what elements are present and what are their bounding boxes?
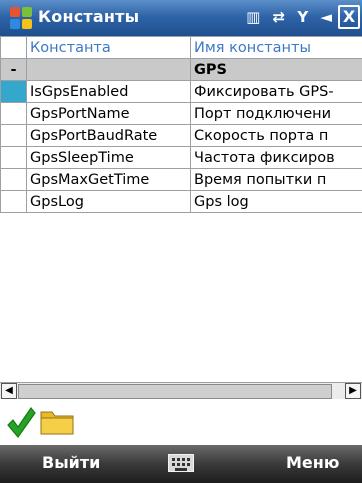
- constant-cell[interactable]: GpsLog: [26, 190, 191, 213]
- check-icon[interactable]: [6, 405, 36, 439]
- row-selector[interactable]: [0, 124, 27, 147]
- table-row[interactable]: GpsSleepTime Частота фиксиров: [0, 146, 362, 169]
- column-header-name[interactable]: Имя константы: [190, 36, 362, 59]
- column-header-constant[interactable]: Константа: [26, 36, 191, 59]
- window-title: Константы: [38, 7, 140, 26]
- title-bar: Константы ▥ ⇄ Y ◄ X: [0, 0, 362, 37]
- constant-name-cell[interactable]: Gps log: [190, 190, 362, 213]
- row-selector[interactable]: [0, 146, 27, 169]
- row-selector[interactable]: [0, 102, 27, 125]
- constant-name-cell[interactable]: Скорость порта п: [190, 124, 362, 147]
- header-row: Константа Имя константы: [0, 36, 362, 59]
- header-corner: [0, 36, 27, 59]
- constant-cell[interactable]: IsGpsEnabled: [26, 80, 191, 103]
- table-row[interactable]: IsGpsEnabled Фиксировать GPS-: [0, 80, 362, 103]
- exit-softkey[interactable]: Выйти: [42, 453, 100, 472]
- table-row[interactable]: GpsLog Gps log: [0, 190, 362, 213]
- constant-cell[interactable]: GpsMaxGetTime: [26, 168, 191, 191]
- table-row[interactable]: GpsPortName Порт подключени: [0, 102, 362, 125]
- horizontal-scrollbar[interactable]: ◀ ▶: [0, 382, 362, 400]
- action-toolbar: [0, 399, 362, 445]
- windows-start-icon[interactable]: [10, 7, 32, 29]
- menu-softkey[interactable]: Меню: [286, 453, 339, 472]
- constant-name-cell[interactable]: Фиксировать GPS-: [190, 80, 362, 103]
- constant-cell[interactable]: GpsPortName: [26, 102, 191, 125]
- group-name: GPS: [190, 58, 362, 81]
- row-selector[interactable]: [0, 168, 27, 191]
- scroll-thumb[interactable]: [18, 384, 332, 399]
- constant-name-cell[interactable]: Порт подключени: [190, 102, 362, 125]
- group-row[interactable]: - GPS: [0, 58, 362, 81]
- softkey-bar: Выйти Меню: [0, 445, 362, 483]
- sync-icon[interactable]: ⇄: [273, 8, 286, 26]
- speaker-icon[interactable]: ◄: [320, 8, 332, 26]
- group-cell-empty: [26, 58, 191, 81]
- constant-name-cell[interactable]: Частота фиксиров: [190, 146, 362, 169]
- scroll-right-icon[interactable]: ▶: [345, 383, 361, 399]
- keyboard-icon[interactable]: [168, 454, 194, 472]
- constant-name-cell[interactable]: Время попытки п: [190, 168, 362, 191]
- folder-icon[interactable]: [40, 407, 74, 435]
- table-row[interactable]: GpsPortBaudRate Скорость порта п: [0, 124, 362, 147]
- group-collapse-toggle[interactable]: -: [0, 58, 27, 81]
- row-selector-active[interactable]: [0, 80, 27, 103]
- signal-icon[interactable]: Y: [297, 8, 308, 26]
- close-button[interactable]: X: [338, 5, 360, 29]
- row-selector[interactable]: [0, 190, 27, 213]
- keyboard-status-icon[interactable]: ▥: [246, 8, 260, 26]
- scroll-left-icon[interactable]: ◀: [1, 383, 17, 399]
- constant-cell[interactable]: GpsPortBaudRate: [26, 124, 191, 147]
- constants-grid: Константа Имя константы - GPS IsGpsEnabl…: [0, 36, 362, 382]
- constant-cell[interactable]: GpsSleepTime: [26, 146, 191, 169]
- table-row[interactable]: GpsMaxGetTime Время попытки п: [0, 168, 362, 191]
- status-icons: ▥ ⇄ Y ◄: [239, 8, 332, 26]
- constants-table: Константа Имя константы - GPS IsGpsEnabl…: [0, 36, 362, 213]
